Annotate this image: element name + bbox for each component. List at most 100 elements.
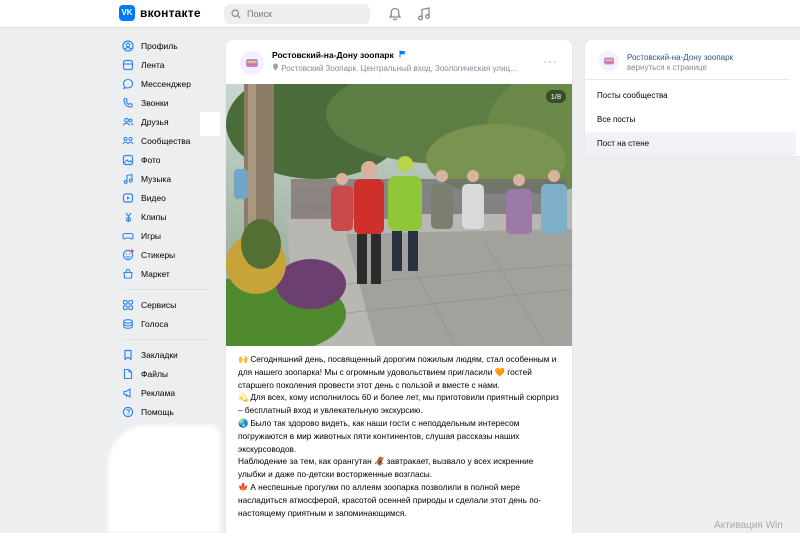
nav-item-votes[interactable]: Голоса	[119, 314, 219, 333]
bookmarks-icon	[124, 349, 132, 361]
votes-icon	[123, 318, 133, 329]
zoo-visitors-photo	[226, 84, 572, 346]
post-paragraph: 💫 Для всех, кому исполнилось 60 и более …	[238, 391, 563, 417]
market-icon	[123, 268, 133, 279]
wall-post: Ростовский-на-Дону зоопарк Ростовский Зо…	[225, 39, 573, 533]
paragraph-emoji: 💫	[238, 392, 249, 403]
nav-item-services[interactable]: Сервисы	[119, 295, 219, 314]
music-note-icon[interactable]	[416, 6, 432, 22]
paragraph-emoji: 🌏	[238, 417, 249, 428]
left-navigation: Профиль Лента Мессенджер Звонки Друзья Сообще…	[119, 36, 219, 421]
community-avatar-small[interactable]	[599, 51, 619, 71]
nav-item-calls[interactable]: Звонки	[119, 93, 219, 112]
author-label: Ростовский-на-Дону зоопарк	[272, 50, 394, 60]
help-icon	[122, 406, 134, 417]
services-icon	[122, 299, 134, 310]
windows-activation-watermark: Активация Win	[714, 520, 783, 531]
back-to-page-link[interactable]: вернуться к странице	[627, 63, 707, 72]
more-options-icon[interactable]: ···	[543, 54, 558, 68]
zoo-logo-icon	[246, 59, 258, 67]
nav-item-stickers[interactable]: Стикеры	[119, 245, 219, 264]
paragraph-text: Для всех, кому исполнилось 60 и более ле…	[238, 392, 559, 416]
vk-logo[interactable]: VK вконтакте	[119, 5, 201, 21]
nav-item-label: Звонки	[141, 97, 169, 108]
wall-filter-item[interactable]: Пост на стене	[585, 132, 796, 156]
paragraph-text: Сегодняшний день, посвященный дорогим по…	[238, 354, 557, 390]
nav-item-messenger[interactable]: Мессенджер	[119, 74, 219, 93]
vk-logo-icon: VK	[119, 5, 135, 21]
post-paragraph: 🌏 Было так здорово видеть, как наши гост…	[238, 417, 563, 455]
photo-counter: 1/8	[545, 90, 566, 103]
nav-item-label: Сервисы	[141, 299, 177, 310]
nav-item-video[interactable]: Видео	[119, 188, 219, 207]
vk-logo-text: вконтакте	[140, 6, 201, 20]
feed-icon	[122, 59, 134, 70]
wall-filter-item[interactable]: Посты сообщества	[585, 84, 800, 108]
games-icon	[122, 232, 134, 240]
search-box[interactable]	[224, 4, 370, 24]
redaction-patch	[200, 112, 220, 136]
post-location[interactable]: Ростовский Зоопарк. Центральный вход, Зо…	[272, 63, 532, 73]
nav-item-market[interactable]: Маркет	[119, 264, 219, 283]
post-text: 🙌 Сегодняшний день, посвященный дорогим …	[238, 353, 563, 519]
nav-item-label: Лента	[141, 59, 165, 70]
location-text: Ростовский Зоопарк. Центральный вход, Зо…	[281, 64, 517, 73]
nav-item-bookmarks[interactable]: Закладки	[119, 345, 219, 364]
nav-item-label: Маркет	[141, 268, 170, 279]
nav-item-label: Файлы	[141, 368, 169, 379]
stickers-icon	[122, 249, 134, 260]
notifications-bell-icon[interactable]	[387, 6, 403, 22]
redaction-patch	[108, 425, 220, 533]
nav-item-music[interactable]: Музыка	[119, 169, 219, 188]
search-icon	[231, 9, 241, 19]
nav-item-feed[interactable]: Лента	[119, 55, 219, 74]
nav-item-label: Закладки	[141, 349, 178, 360]
nav-item-label: Мессенджер	[141, 78, 191, 89]
nav-divider	[122, 339, 208, 340]
verified-flag-icon	[399, 50, 406, 58]
post-header: Ростовский-на-Дону зоопарк Ростовский Зо…	[226, 40, 572, 84]
nav-item-label: Фото	[141, 154, 161, 165]
community-name-link[interactable]: Ростовский-на-Дону зоопарк	[627, 53, 733, 62]
wall-filter-menu: Посты сообщества Все посты Пост на стене	[585, 80, 800, 156]
wall-filter-item[interactable]: Все посты	[585, 108, 800, 132]
post-photo[interactable]: 1/8	[226, 84, 572, 346]
nav-item-profile[interactable]: Профиль	[119, 36, 219, 55]
photo-icon	[122, 154, 134, 165]
paragraph-emoji: 🍁	[238, 481, 249, 492]
nav-item-photo[interactable]: Фото	[119, 150, 219, 169]
nav-item-label: Друзья	[141, 116, 169, 127]
post-paragraph: 🙌 Сегодняшний день, посвященный дорогим …	[238, 353, 563, 391]
ads-icon	[123, 387, 131, 398]
nav-item-label: Видео	[141, 192, 166, 203]
profile-icon	[122, 39, 134, 52]
calls-icon	[123, 97, 133, 108]
clips-icon	[125, 212, 132, 222]
nav-item-label: Помощь	[141, 406, 174, 417]
paragraph-text: А неспешные прогулки по аллеям зоопарка …	[238, 481, 542, 518]
nav-item-label: Сообщества	[141, 135, 191, 146]
nav-item-label: Игры	[141, 230, 162, 241]
messenger-icon	[122, 78, 134, 89]
community-avatar[interactable]	[240, 51, 264, 75]
nav-item-label: Голоса	[141, 318, 169, 329]
post-paragraph: Наблюдение за тем, как орангутан 🦧 завтр…	[238, 455, 563, 481]
post-paragraph: 🍁 А неспешные прогулки по аллеям зоопарк…	[238, 481, 563, 519]
nav-item-games[interactable]: Игры	[119, 226, 219, 245]
nav-item-clips[interactable]: Клипы	[119, 207, 219, 226]
nav-item-help[interactable]: Помощь	[119, 402, 219, 421]
nav-item-files[interactable]: Файлы	[119, 364, 219, 383]
nav-item-ads[interactable]: Реклама	[119, 383, 219, 402]
paragraph-text: Было так здорово видеть, как наши гости …	[238, 417, 520, 454]
nav-item-label: Стикеры	[141, 249, 176, 260]
nav-item-label: Профиль	[141, 40, 178, 51]
post-author-name[interactable]: Ростовский-на-Дону зоопарк	[272, 50, 407, 60]
community-header: Ростовский-на-Дону зоопарк вернуться к с…	[585, 40, 790, 80]
nav-item-label: Клипы	[141, 211, 167, 222]
paragraph-text: Наблюдение за тем, как орангутан 🦧 завтр…	[238, 456, 534, 480]
nav-item-label: Музыка	[141, 173, 172, 184]
music-icon	[123, 173, 133, 184]
friends-icon	[122, 117, 134, 126]
search-input[interactable]	[247, 9, 357, 19]
communities-icon	[122, 136, 134, 144]
